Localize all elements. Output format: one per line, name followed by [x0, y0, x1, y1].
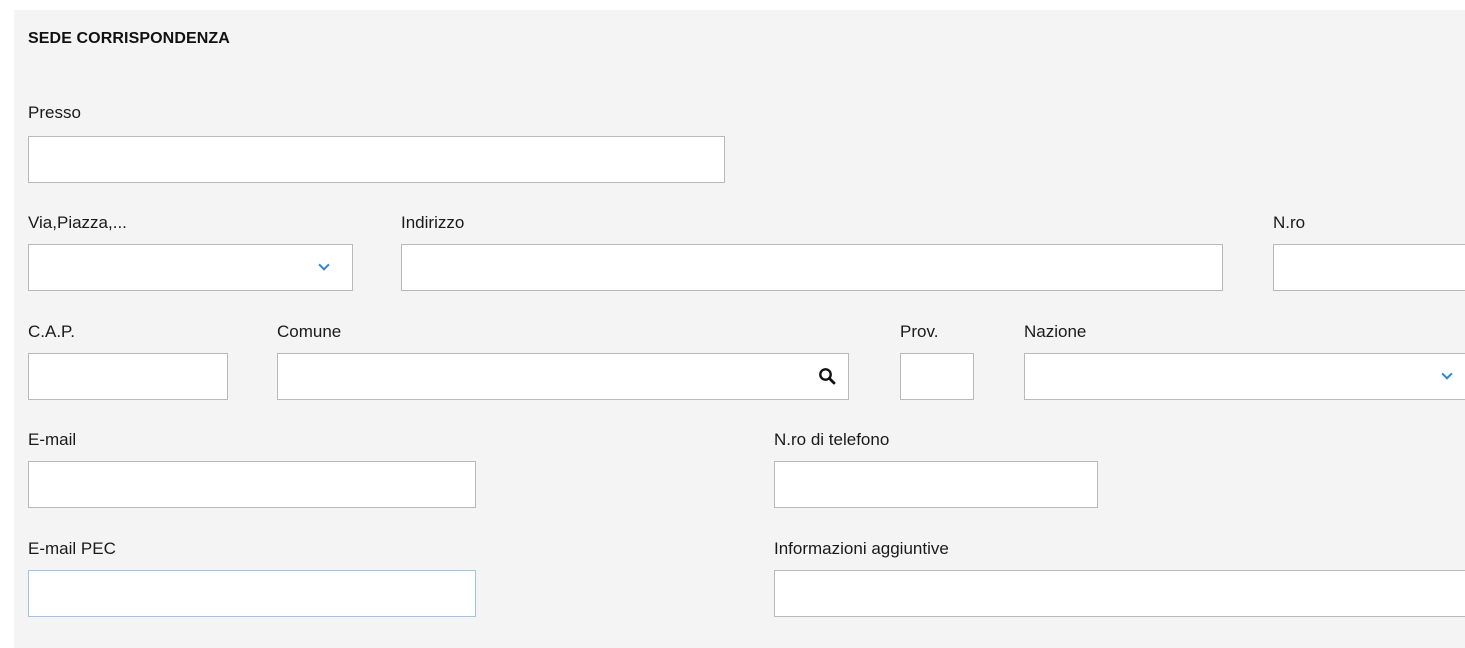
email-label: E-mail — [28, 430, 77, 449]
numero-input[interactable] — [1273, 244, 1465, 291]
presso-input[interactable] — [28, 136, 725, 183]
cap-input[interactable] — [28, 353, 228, 400]
telefono-input[interactable] — [774, 461, 1098, 508]
info-aggiuntive-input[interactable] — [774, 570, 1465, 617]
presso-label: Presso — [28, 103, 81, 122]
chevron-down-icon — [1441, 368, 1453, 380]
chevron-down-icon — [318, 259, 330, 271]
nazione-label: Nazione — [1024, 322, 1087, 341]
numero-label: N.ro — [1273, 213, 1306, 232]
comune-search-field[interactable] — [277, 353, 849, 400]
provincia-input[interactable] — [900, 353, 974, 400]
email-input[interactable] — [28, 461, 476, 508]
comune-label: Comune — [277, 322, 342, 341]
email-pec-label: E-mail PEC — [28, 539, 116, 558]
search-icon[interactable] — [818, 367, 836, 385]
cap-label: C.A.P. — [28, 322, 75, 341]
via-piazza-select[interactable] — [28, 244, 353, 291]
section-title: SEDE CORRISPONDENZA — [28, 30, 230, 47]
via-piazza-label: Via,Piazza,... — [28, 213, 127, 232]
sede-corrispondenza-panel: SEDE CORRISPONDENZA Presso Via,Piazza,..… — [14, 10, 1465, 648]
telefono-label: N.ro di telefono — [774, 430, 890, 449]
indirizzo-label: Indirizzo — [401, 213, 465, 232]
info-aggiuntive-label: Informazioni aggiuntive — [774, 539, 949, 558]
indirizzo-input[interactable] — [401, 244, 1223, 291]
nazione-select[interactable] — [1024, 353, 1465, 400]
email-pec-input[interactable] — [28, 570, 476, 617]
provincia-label: Prov. — [900, 322, 939, 341]
